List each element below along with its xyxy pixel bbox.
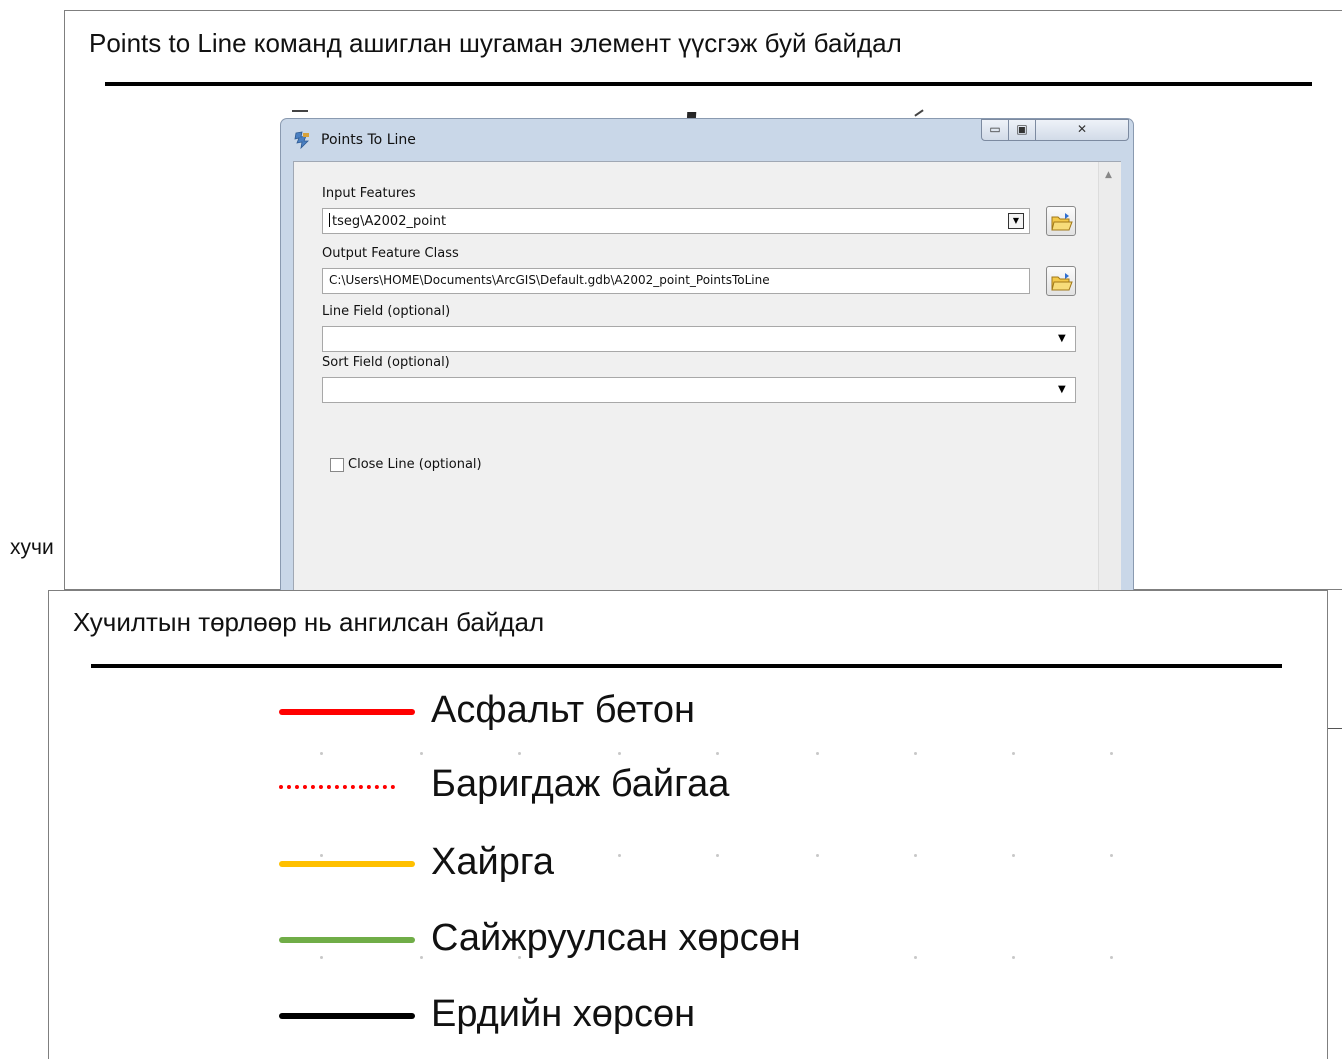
- bottom-slide-panel: Хучилтын төрлөөр нь ангилсан байдал Асфа…: [48, 590, 1328, 1059]
- edge-divider: [1328, 728, 1342, 729]
- maximize-button[interactable]: ▣: [1008, 119, 1036, 141]
- side-text: хучи: [10, 536, 54, 559]
- dialog-title: Points To Line: [321, 132, 416, 148]
- input-features-value: tseg\A2002_point: [332, 214, 447, 229]
- output-feature-class-browse-button[interactable]: [1046, 266, 1076, 296]
- dialog-titlebar[interactable]: Points To Line ▭ ▣ ✕: [281, 119, 1133, 159]
- output-feature-class-label: Output Feature Class: [322, 246, 459, 261]
- legend-label: Хайрга: [431, 841, 554, 883]
- sort-field-label: Sort Field (optional): [322, 355, 450, 370]
- scroll-up-icon[interactable]: ▲: [1105, 170, 1112, 180]
- title-underline: [91, 664, 1282, 668]
- grid-dot: [1110, 956, 1113, 959]
- title-underline: [105, 82, 1312, 86]
- grid-dot: [716, 854, 719, 857]
- legend-label: Ердийн хөрсөн: [431, 993, 696, 1035]
- toolbox-tool-icon: [293, 131, 311, 150]
- sort-field-select[interactable]: [322, 377, 1076, 403]
- legend-label: Сайжруулсан хөрсөн: [431, 917, 801, 959]
- grid-dot: [320, 854, 323, 857]
- chevron-down-icon[interactable]: ▼: [1058, 384, 1066, 395]
- line-field-label: Line Field (optional): [322, 304, 451, 319]
- close-line-label[interactable]: Close Line (optional): [348, 457, 482, 472]
- grid-dot: [816, 752, 819, 755]
- grid-dot: [816, 854, 819, 857]
- grid-dot: [618, 752, 621, 755]
- grid-dot: [320, 956, 323, 959]
- grid-dot: [420, 956, 423, 959]
- open-folder-icon: [1051, 273, 1073, 291]
- grid-dot: [1110, 752, 1113, 755]
- grid-dot: [1012, 956, 1015, 959]
- close-button[interactable]: ✕: [1035, 119, 1129, 141]
- line-field-select[interactable]: [322, 326, 1076, 352]
- legend-swatch-natural-soil: [279, 1013, 415, 1019]
- minimize-button[interactable]: ▭: [981, 119, 1009, 141]
- input-features-label: Input Features: [322, 186, 416, 201]
- chevron-down-icon[interactable]: ▼: [1058, 333, 1066, 344]
- top-panel-title: Points to Line команд ашиглан шугаман эл…: [89, 28, 902, 58]
- close-icon: ✕: [1076, 122, 1088, 136]
- grid-dot: [1012, 854, 1015, 857]
- input-features-dropdown[interactable]: ▼: [1008, 213, 1024, 229]
- grid-dot: [518, 956, 521, 959]
- grid-dot: [618, 854, 621, 857]
- legend-swatch-under-construction: [279, 785, 395, 789]
- grid-dot: [914, 854, 917, 857]
- map-feature-mark: [292, 110, 308, 118]
- grid-dot: [518, 752, 521, 755]
- legend-swatch-asphalt: [279, 709, 415, 715]
- legend-label: Асфальт бетон: [431, 689, 696, 731]
- output-feature-class-field[interactable]: C:\Users\HOME\Documents\ArcGIS\Default.g…: [322, 268, 1030, 294]
- grid-dot: [716, 752, 719, 755]
- grid-dot: [1012, 752, 1015, 755]
- grid-dot: [914, 956, 917, 959]
- dialog-client-area: ▲ Input Features tseg\A2002_point ▼ Outp…: [293, 161, 1121, 592]
- text-caret: [329, 213, 330, 227]
- input-features-field[interactable]: tseg\A2002_point: [322, 208, 1030, 234]
- points-to-line-dialog: Points To Line ▭ ▣ ✕ ▲ Input Features ts…: [280, 118, 1134, 592]
- grid-dot: [320, 752, 323, 755]
- legend-swatch-gravel: [279, 861, 415, 867]
- input-features-browse-button[interactable]: [1046, 206, 1076, 236]
- chevron-down-icon: ▼: [1012, 216, 1020, 225]
- bottom-panel-title: Хучилтын төрлөөр нь ангилсан байдал: [73, 607, 545, 637]
- grid-dot: [914, 752, 917, 755]
- grid-dot: [420, 752, 423, 755]
- open-folder-icon: [1051, 213, 1073, 231]
- legend-swatch-improved-soil: [279, 937, 415, 943]
- grid-dot: [1110, 854, 1113, 857]
- minimize-icon: ▭: [989, 122, 1001, 136]
- vertical-scrollbar[interactable]: ▲: [1098, 162, 1121, 592]
- close-line-checkbox[interactable]: [330, 458, 344, 472]
- maximize-icon: ▣: [1016, 122, 1028, 136]
- legend-label: Баригдаж байгаа: [431, 763, 730, 805]
